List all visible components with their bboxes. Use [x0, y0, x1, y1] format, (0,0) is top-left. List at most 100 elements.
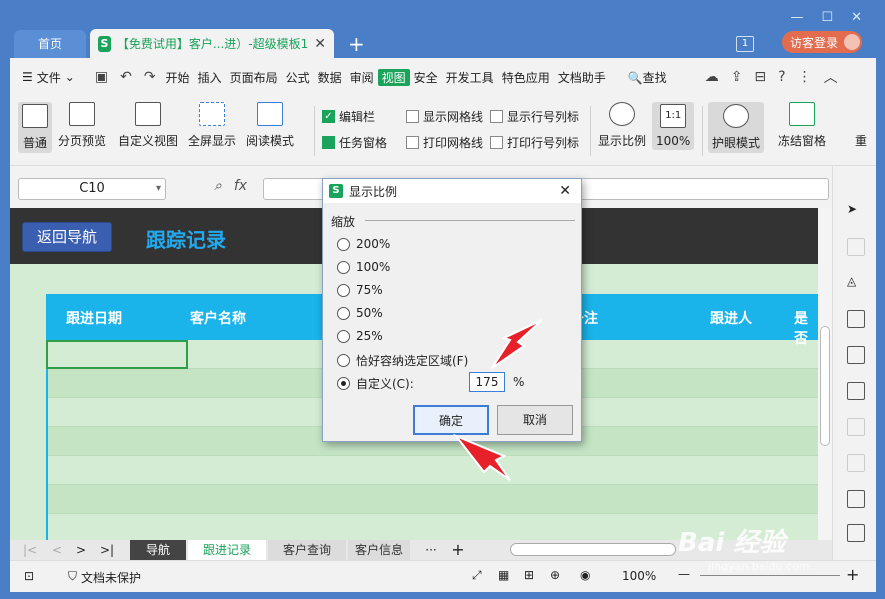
custom-zoom-input[interactable]: 175	[469, 372, 505, 392]
more-icon[interactable]: ⋮	[792, 69, 818, 85]
undo-icon[interactable]: ↶	[114, 69, 138, 85]
cloud-icon[interactable]: ☁	[699, 69, 725, 85]
vertical-scrollbar[interactable]	[818, 208, 832, 540]
menu-view[interactable]: 视图	[377, 68, 410, 86]
menu-special[interactable]: 特色应用	[498, 69, 554, 86]
radio-fit-selection[interactable]: 恰好容纳选定区域(F)	[337, 352, 468, 369]
close-window-icon[interactable]: ✕	[851, 10, 862, 25]
zoom-100-button[interactable]: 1:1 100%	[652, 102, 695, 150]
radio-200[interactable]: 200%	[337, 237, 390, 251]
workspace-icon[interactable]: ⊟	[748, 69, 772, 85]
table-icon[interactable]	[847, 310, 865, 328]
hamburger-icon: ☰	[22, 70, 33, 84]
sheet-tab-track[interactable]: 跟进记录	[188, 540, 266, 560]
eye-protect-button[interactable]: 护眼模式	[708, 102, 765, 153]
search-button[interactable]: 🔍查找	[624, 69, 671, 86]
show-grid-checkbox[interactable]: 显示网格线	[406, 108, 483, 125]
login-button[interactable]: 访客登录	[782, 31, 862, 53]
custom-view-button[interactable]: 自定义视图	[118, 102, 178, 149]
edit-bar-checkbox[interactable]: ✓ 编辑栏	[322, 108, 375, 125]
table-row[interactable]	[46, 485, 818, 514]
fill-icon[interactable]: ◬	[847, 274, 865, 292]
zoom-search-icon[interactable]: ⌕	[214, 178, 222, 194]
image-icon[interactable]	[847, 490, 865, 508]
last-sheet-icon[interactable]: >|	[98, 540, 116, 560]
normal-view-button[interactable]: 普通	[18, 102, 52, 153]
zoom-level[interactable]: 100%	[622, 569, 656, 583]
cursor-icon[interactable]: ➤	[847, 202, 865, 220]
menu-data[interactable]: 数据	[314, 69, 346, 86]
freeze-panes-button[interactable]: 冻结窗格	[778, 102, 826, 149]
share-out-icon[interactable]	[847, 524, 865, 542]
horizontal-scrollbar[interactable]	[510, 543, 676, 556]
read-mode-button[interactable]: 阅读模式	[246, 102, 294, 149]
page-preview-button[interactable]: 分页预览	[58, 102, 106, 149]
radio-75[interactable]: 75%	[337, 283, 383, 297]
dialog-close-icon[interactable]: ✕	[559, 183, 571, 199]
collapse-ribbon-icon[interactable]: ︿	[818, 67, 844, 87]
print-rowcol-checkbox[interactable]: 打印行号列标	[490, 134, 579, 151]
share-icon[interactable]: ⇪	[725, 69, 749, 85]
radio-100[interactable]: 100%	[337, 260, 390, 274]
menu-security[interactable]: 安全	[410, 69, 442, 86]
shapes-icon[interactable]	[847, 238, 865, 256]
chart-icon[interactable]	[847, 382, 865, 400]
tab-close-icon[interactable]: ✕	[314, 36, 326, 52]
fx-icon[interactable]: fx	[234, 178, 247, 194]
expand-icon[interactable]: ⤢	[472, 568, 482, 583]
zoom-slider[interactable]	[700, 575, 840, 576]
sheet-tab-query[interactable]: 客户查询	[268, 540, 346, 560]
more-sheets-icon[interactable]: ···	[420, 540, 442, 560]
minimize-icon[interactable]: —	[790, 10, 803, 25]
window-count-badge[interactable]: 1	[736, 36, 754, 52]
prev-sheet-icon[interactable]: <	[50, 540, 64, 560]
menu-insert[interactable]: 插入	[194, 69, 226, 86]
page-break-icon	[69, 102, 95, 126]
sheet-tab-info[interactable]: 客户信息	[348, 540, 410, 560]
doc-protect-status[interactable]: ⛉ 文档未保护	[68, 569, 141, 586]
tab-home[interactable]: 首页	[14, 30, 86, 58]
zoom-in-icon[interactable]: +	[846, 565, 859, 584]
zoom-out-icon[interactable]: —	[678, 567, 690, 581]
table-row[interactable]	[46, 456, 818, 485]
rearrange-button[interactable]: 重	[848, 102, 874, 149]
new-tab-icon[interactable]: +	[348, 32, 365, 56]
fullscreen-button[interactable]: 全屏显示	[188, 102, 236, 149]
show-rowcol-checkbox[interactable]: 显示行号列标	[490, 108, 579, 125]
zoom-ratio-button[interactable]: 显示比例	[598, 102, 646, 149]
radio-custom[interactable]: 自定义(C):	[337, 375, 414, 392]
menu-page-layout[interactable]: 页面布局	[226, 69, 282, 86]
maximize-icon[interactable]: ☐	[821, 10, 833, 25]
menu-doc-assistant[interactable]: 文档助手	[554, 69, 610, 86]
scroll-thumb[interactable]	[820, 326, 830, 446]
apps-grid-icon[interactable]	[847, 346, 865, 364]
reading-view-icon[interactable]: ⊕	[550, 568, 560, 582]
radio-50[interactable]: 50%	[337, 306, 383, 320]
task-pane-checkbox[interactable]: 任务窗格	[322, 134, 387, 151]
page-break-view-icon[interactable]: ⊞	[524, 568, 534, 582]
export-icon[interactable]	[847, 454, 865, 472]
print-grid-checkbox[interactable]: 打印网格线	[406, 134, 483, 151]
eye-protect-icon[interactable]: ◉	[580, 568, 590, 582]
first-sheet-icon[interactable]: |<	[22, 540, 38, 560]
file-menu[interactable]: ☰ 文件 ⌄	[10, 69, 75, 86]
list-icon[interactable]	[847, 418, 865, 436]
menu-review[interactable]: 审阅	[346, 69, 378, 86]
redo-icon[interactable]: ↷	[138, 69, 162, 85]
add-sheet-icon[interactable]: +	[448, 540, 468, 560]
name-box[interactable]: C10 ▾	[18, 178, 166, 200]
menu-formula[interactable]: 公式	[282, 69, 314, 86]
menu-developer[interactable]: 开发工具	[442, 69, 498, 86]
sheet-tab-nav[interactable]: 导航	[130, 540, 186, 560]
tab-document[interactable]: S 【免费试用】客户...进）-超级模板1 ✕	[90, 29, 334, 58]
back-to-nav-button[interactable]: 返回导航	[22, 222, 112, 252]
help-icon[interactable]: ?	[772, 69, 791, 85]
next-sheet-icon[interactable]: >	[74, 540, 88, 560]
save-icon[interactable]: ▣	[89, 69, 114, 85]
window-controls: — ☐ ✕	[790, 10, 862, 25]
selected-cell[interactable]	[46, 340, 188, 369]
normal-view-icon[interactable]: ▦	[498, 568, 509, 582]
radio-25[interactable]: 25%	[337, 329, 383, 343]
menu-start[interactable]: 开始	[162, 69, 194, 86]
macro-icon[interactable]: ⊡	[24, 569, 34, 583]
